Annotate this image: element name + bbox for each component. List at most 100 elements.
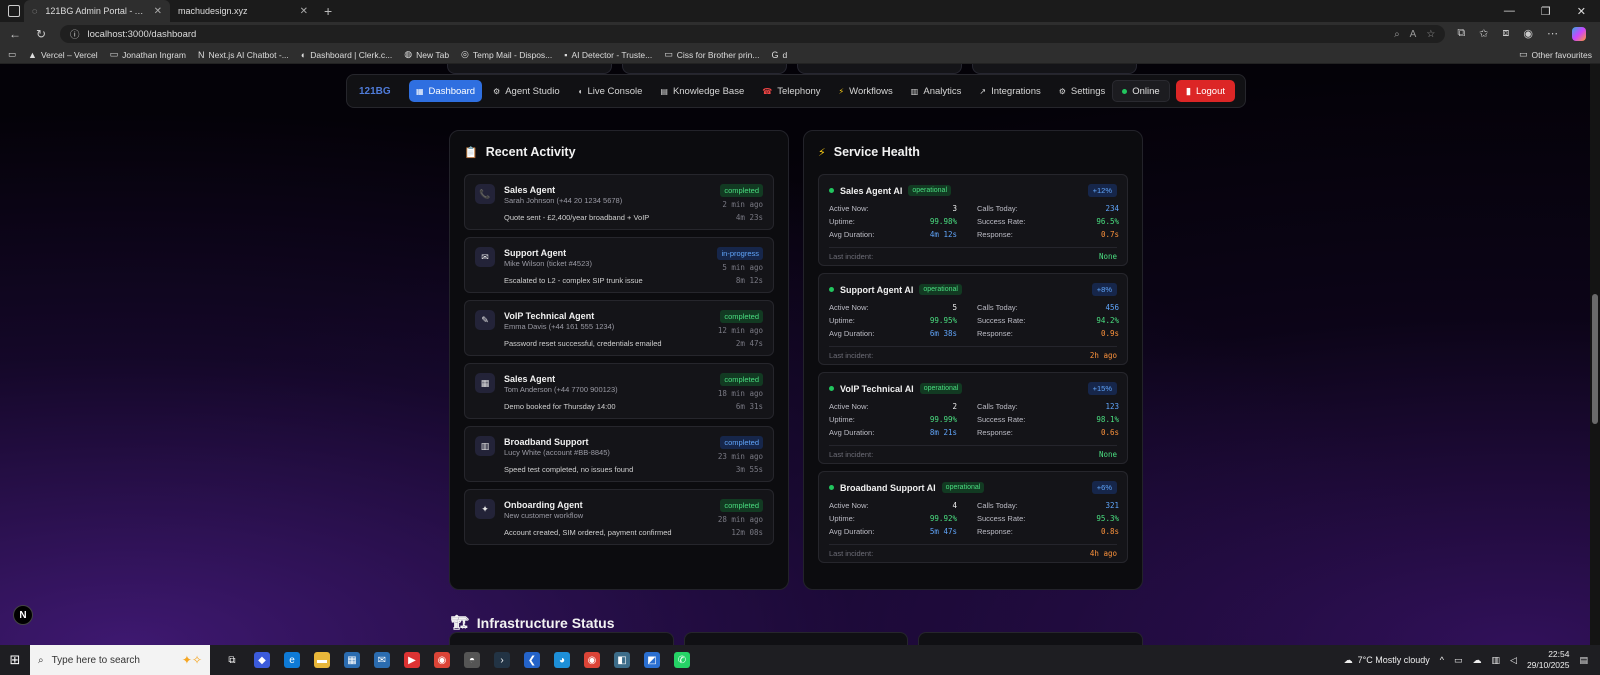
favourite-temp-mail[interactable]: ◎ Temp Mail - Dispos...: [461, 49, 552, 60]
activity-card[interactable]: ✉ Support Agent Mike Wilson (ticket #4523)…: [464, 237, 774, 293]
chrome-icon[interactable]: ◉: [434, 652, 450, 668]
activity-card[interactable]: ✦ Onboarding Agent New customer workflow Ac…: [464, 489, 774, 545]
favourite-folder-jonathan[interactable]: ▭ Jonathan Ingram: [110, 49, 186, 60]
zoom-icon[interactable]: ⌕: [1394, 29, 1400, 40]
favourite-ai-detector[interactable]: ▪ AI Detector - Truste...: [564, 50, 652, 60]
metric-response: Response: 0.9s: [969, 329, 1119, 338]
service-card[interactable]: Broadband Support AI operational +6% Active…: [818, 471, 1128, 563]
status-badge: completed: [720, 499, 763, 512]
metric-value: 99.92%: [929, 514, 957, 523]
tab-actions-icon[interactable]: [8, 5, 20, 17]
status-badge: completed: [720, 373, 763, 386]
whatsapp-icon[interactable]: ✆: [674, 652, 690, 668]
nextjs-dev-indicator-icon[interactable]: N: [13, 605, 33, 625]
nav-knowledge-base[interactable]: ▤ Knowledge Base: [653, 80, 751, 102]
collections-icon[interactable]: ⧈: [1502, 27, 1509, 41]
metric-label: Avg Duration:: [829, 428, 875, 437]
online-status-button[interactable]: Online: [1112, 80, 1170, 102]
app-alt-icon[interactable]: ◧: [614, 652, 630, 668]
file-explorer-icon[interactable]: ▬: [314, 652, 330, 668]
read-aloud-icon[interactable]: A: [1410, 29, 1417, 40]
nav-live-console[interactable]: ◖ Live Console: [571, 80, 650, 102]
profile-icon[interactable]: ◉: [1523, 27, 1533, 41]
activity-card[interactable]: ▥ Broadband Support Lucy White (account #B…: [464, 426, 774, 482]
activity-card[interactable]: ▦ Sales Agent Tom Anderson (+44 7700 90012…: [464, 363, 774, 419]
metric-active-now: Active Now: 5: [829, 303, 969, 312]
favourite-nextjs[interactable]: N Next.js AI Chatbot -...: [198, 50, 289, 60]
volume-icon[interactable]: ◁: [1510, 655, 1517, 666]
nav-analytics[interactable]: ▥ Analytics: [904, 80, 969, 102]
nav-label: Agent Studio: [505, 85, 560, 97]
battery-icon[interactable]: ▭: [1454, 655, 1463, 666]
edge-icon[interactable]: e: [284, 652, 300, 668]
edge-alt-icon[interactable]: ◕: [554, 652, 570, 668]
browser-tab-machudesign[interactable]: machudesign.xyz ✕: [170, 0, 316, 22]
metric-calls-today: Calls Today: 321: [969, 501, 1119, 510]
browser-tab-admin-portal[interactable]: ◌ 121BG Admin Portal - AI Voice Ag ✕: [24, 0, 170, 22]
network-icon[interactable]: ▥: [1492, 655, 1501, 666]
new-tab-button[interactable]: +: [316, 3, 340, 19]
favourite-label: Jonathan Ingram: [122, 49, 186, 60]
activity-card[interactable]: 📞 Sales Agent Sarah Johnson (+44 20 1234 5…: [464, 174, 774, 230]
logout-button[interactable]: ▮ Logout: [1175, 80, 1235, 102]
refresh-icon[interactable]: ↻: [34, 27, 48, 41]
taskbar-clock[interactable]: 22:54 29/10/2025: [1527, 649, 1570, 671]
extensions-icon[interactable]: ⧉: [1457, 27, 1465, 41]
close-window-icon[interactable]: ✕: [1577, 5, 1586, 18]
notification-icon[interactable]: ▤: [1579, 655, 1588, 666]
scrollbar-thumb[interactable]: [1592, 294, 1598, 424]
more-icon[interactable]: ⋯: [1547, 27, 1558, 41]
back-icon[interactable]: ←: [8, 27, 22, 41]
chevron-up-icon[interactable]: ^: [1440, 655, 1444, 665]
nav-telephony[interactable]: ☎ Telephony: [755, 80, 827, 102]
restore-icon[interactable]: ❐: [1541, 5, 1551, 18]
close-tab-icon[interactable]: ✕: [154, 6, 162, 17]
favourite-vercel[interactable]: ▲ Vercel – Vercel: [28, 50, 98, 60]
weather-widget[interactable]: ☁ 7°C Mostly cloudy: [1344, 655, 1430, 666]
copilot-app-icon[interactable]: ◆: [254, 652, 270, 668]
last-incident-value: None: [1098, 450, 1117, 459]
panel-title-text: Service Health: [833, 145, 920, 159]
app-logo[interactable]: 121BG: [357, 86, 409, 97]
photos-icon[interactable]: ◩: [644, 652, 660, 668]
taskbar-search-input[interactable]: ⌕ Type here to search ✦✧: [30, 645, 210, 675]
favourite-clerk[interactable]: ◐ Dashboard | Clerk.c...: [301, 50, 392, 60]
app-icon[interactable]: ◓: [464, 652, 480, 668]
metric-calls-today: Calls Today: 234: [969, 204, 1119, 213]
favourite-new-tab[interactable]: ◍ New Tab: [404, 49, 449, 60]
nav-workflows[interactable]: ⚡ Workflows: [832, 80, 900, 102]
copilot-icon[interactable]: [1572, 27, 1586, 41]
other-favourites[interactable]: ▭ Other favourites: [1519, 49, 1592, 60]
close-tab-icon[interactable]: ✕: [300, 6, 308, 17]
vscode-icon[interactable]: ❮: [524, 652, 540, 668]
url-input[interactable]: ⓘ localhost:3000/dashboard ⌕ A ☆: [60, 25, 1446, 43]
terminal-icon[interactable]: ›: [494, 652, 510, 668]
nav-agent-studio[interactable]: ⚙ Agent Studio: [486, 80, 567, 102]
task-view-icon[interactable]: ⧉: [224, 652, 240, 668]
activity-card[interactable]: ✎ VoIP Technical Agent Emma Davis (+44 161…: [464, 300, 774, 356]
infrastructure-cards-peek: [449, 632, 1144, 645]
nav-integrations[interactable]: ↗ Integrations: [972, 80, 1047, 102]
cloud-sync-icon[interactable]: ☁: [1473, 655, 1482, 666]
favourite-google[interactable]: Gd: [771, 50, 787, 60]
tab-bar-icon[interactable]: ▭: [8, 49, 16, 60]
nav-dashboard[interactable]: ▦ Dashboard: [408, 80, 483, 102]
mail-icon[interactable]: ✉: [374, 652, 390, 668]
nav-settings[interactable]: ⚙ Settings: [1052, 80, 1113, 102]
metric-label: Response:: [977, 527, 1013, 536]
windows-start-icon[interactable]: ⊞: [0, 652, 30, 668]
activity-duration: 6m 31s: [735, 402, 763, 411]
metric-label: Last incident:: [829, 450, 874, 459]
store-icon[interactable]: ▦: [344, 652, 360, 668]
page-scrollbar[interactable]: [1590, 64, 1600, 645]
favorites-icon[interactable]: ✩: [1479, 27, 1488, 41]
service-card[interactable]: VoIP Technical AI operational +15% Active N…: [818, 372, 1128, 464]
favorite-star-icon[interactable]: ☆: [1426, 29, 1435, 40]
youtube-icon[interactable]: ▶: [404, 652, 420, 668]
minimize-icon[interactable]: —: [1504, 5, 1515, 18]
metric-label: Active Now:: [829, 204, 869, 213]
service-card[interactable]: Support Agent AI operational +8% Active Now…: [818, 273, 1128, 365]
favourite-ciss[interactable]: ▭ Ciss for Brother prin...: [664, 49, 759, 60]
chrome-alt-icon[interactable]: ◉: [584, 652, 600, 668]
service-card[interactable]: Sales Agent AI operational +12% Active Now:…: [818, 174, 1128, 266]
